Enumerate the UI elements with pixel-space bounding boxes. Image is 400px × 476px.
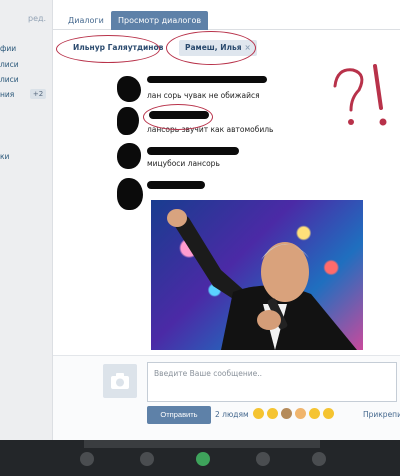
drawn-question-exclamation-icon [333,64,387,126]
left-sidebar: ред. фии лиси лиси ния +2 ки [0,0,52,440]
scribbled-avatar [117,76,141,102]
sidebar-item[interactable]: ки [0,152,9,161]
sidebar-edit-link[interactable]: ред. [28,14,46,23]
tab-view-dialogs[interactable]: Просмотр диалогов [111,11,209,30]
hand-drawn-circle [56,35,160,63]
recipients-count[interactable]: 2 людям [215,410,249,419]
camera-icon [111,373,129,389]
scribbled-name [147,76,267,83]
sidebar-counter-badge: +2 [30,89,46,99]
scribbled-avatar [117,178,143,210]
phone-nav-bar [0,440,400,476]
scribbled-name [147,147,239,155]
nav-bar-divider [84,440,320,448]
nav-icon[interactable] [312,452,326,466]
camera-button[interactable] [103,364,137,398]
emoji-sad-icon[interactable] [323,408,334,419]
sidebar-item[interactable]: ния [0,90,14,99]
scribbled-name [147,181,205,189]
scribbled-avatar [117,107,139,135]
attached-photo[interactable] [151,200,363,350]
nav-icon[interactable] [80,452,94,466]
emoji-monkey-icon[interactable] [281,408,292,419]
hand-drawn-circle [143,104,213,130]
message-text: мицубоси лансорь [147,159,220,168]
sidebar-item[interactable]: лиси [0,75,19,84]
tab-dialogs[interactable]: Диалоги [61,11,111,30]
hand-drawn-circle [166,31,256,65]
scribbled-avatar [117,143,141,169]
nav-icon[interactable] [196,452,210,466]
nav-icon[interactable] [256,452,270,466]
sidebar-item[interactable]: фии [0,44,16,53]
emoji-smile-icon[interactable] [253,408,264,419]
message-composer: Введите Ваше сообщение.. Отправить 2 люд… [53,355,400,440]
message-text: лан сорь чувак не обижайся [147,91,260,100]
attach-link[interactable]: Прикрепи [363,410,400,419]
nav-icon[interactable] [140,452,154,466]
send-button[interactable]: Отправить [147,406,211,424]
message-input[interactable]: Введите Ваше сообщение.. [147,362,397,402]
emoji-thumbs-up-icon[interactable] [295,408,306,419]
tab-bar: Диалоги Просмотр диалогов [53,0,400,30]
emoji-wink-icon[interactable] [309,408,320,419]
dialog-view: Диалоги Просмотр диалогов Ильнур Галяутд… [52,0,400,440]
emoji-laugh-icon[interactable] [267,408,278,419]
sidebar-item[interactable]: лиси [0,60,19,69]
